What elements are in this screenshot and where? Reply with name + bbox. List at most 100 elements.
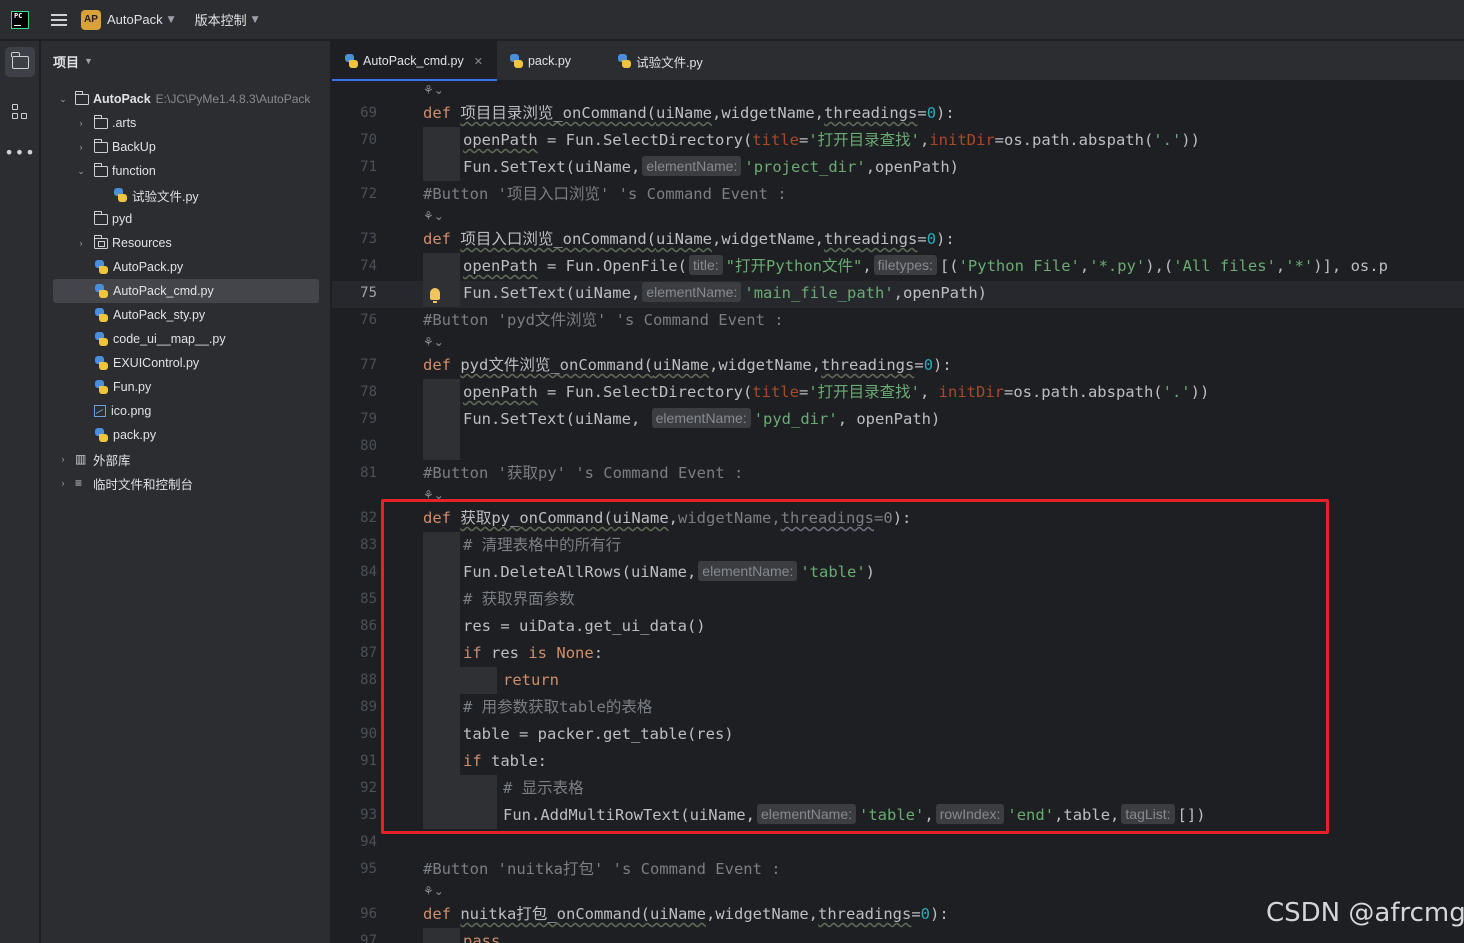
- line-number: 97: [360, 933, 377, 943]
- line-number: 94: [360, 834, 377, 850]
- parameter-hint: elementName:: [642, 156, 742, 176]
- hamburger-menu-icon[interactable]: [51, 13, 67, 26]
- vcs-menu[interactable]: 版本控制: [195, 10, 247, 29]
- code-line[interactable]: def 项目目录浏览_onCommand(uiName,widgetName,t…: [423, 100, 955, 127]
- tree-item-exuicontrol-py[interactable]: EXUIControl.py: [41, 351, 331, 375]
- chevron-down-icon[interactable]: ▼: [252, 15, 259, 25]
- line-number: 87: [360, 645, 377, 661]
- code-line[interactable]: #Button 'pyd文件浏览' 's Command Event :: [423, 307, 784, 334]
- tree-item-autopack-cmd-py[interactable]: AutoPack_cmd.py: [53, 279, 319, 303]
- tree-item-autopack-py[interactable]: AutoPack.py: [41, 255, 331, 279]
- usage-hint-icon[interactable]: ⚘⌄: [423, 83, 444, 99]
- python-file-icon: [113, 188, 127, 202]
- line-number: 79: [360, 411, 377, 427]
- tab-label: AutoPack_cmd.py: [363, 54, 464, 68]
- tree-item-label: AutoPack_sty.py: [113, 308, 206, 322]
- line-number: 81: [360, 465, 377, 481]
- tree-item-scratches[interactable]: › ≡ 临时文件和控制台: [41, 471, 331, 495]
- tree-item-label: pack.py: [113, 428, 157, 442]
- project-panel: 项目 ▼ ⌄ AutoPack E:\JC\PyMe1.4.8.3\AutoPa…: [41, 41, 331, 943]
- expand-arrow-icon[interactable]: ›: [57, 454, 69, 464]
- line-number: 72: [360, 186, 377, 202]
- tree-item-backup[interactable]: › BackUp: [41, 135, 331, 159]
- project-tool-button[interactable]: [5, 47, 35, 77]
- code-line[interactable]: Fun.SetText(uiName, elementName:'project_…: [463, 154, 959, 181]
- tree-item-pack-py[interactable]: pack.py: [41, 423, 331, 447]
- line-number: 93: [360, 807, 377, 823]
- tree-item-label: 临时文件和控制台: [93, 477, 194, 492]
- tree-item-label: function: [112, 164, 156, 178]
- line-number: 77: [360, 357, 377, 373]
- project-panel-header[interactable]: 项目 ▼: [41, 41, 330, 81]
- tree-item-arts[interactable]: › .arts: [41, 111, 331, 135]
- highlight-box: [381, 499, 1329, 834]
- code-line[interactable]: openPath = Fun.SelectDirectory(title='打开…: [463, 379, 1209, 406]
- code-line[interactable]: #Button '获取py' 's Command Event :: [423, 460, 743, 487]
- tree-item-label: AutoPack_cmd.py: [113, 284, 214, 298]
- tab-test-file[interactable]: 试验文件.py: [605, 41, 717, 81]
- line-number-current: 75: [360, 285, 377, 301]
- tree-root-autopack[interactable]: ⌄ AutoPack E:\JC\PyMe1.4.8.3\AutoPack: [41, 87, 331, 111]
- code-line[interactable]: def pyd文件浏览_onCommand(uiName,widgetName,…: [423, 352, 952, 379]
- tree-item-external-libs[interactable]: › ▥ 外部库: [41, 447, 331, 471]
- parameter-hint: title:: [688, 255, 723, 275]
- line-number: 92: [360, 780, 377, 796]
- line-number: 82: [360, 510, 377, 526]
- usage-hint-icon[interactable]: ⚘⌄: [423, 884, 444, 900]
- root-path: E:\JC\PyMe1.4.8.3\AutoPack: [155, 92, 311, 106]
- project-switcher[interactable]: AutoPack: [107, 12, 163, 27]
- chevron-down-icon[interactable]: ▼: [84, 56, 93, 66]
- tree-item-test-file[interactable]: 试验文件.py: [41, 183, 331, 207]
- code-line[interactable]: #Button 'nuitka打包' 's Command Event :: [423, 856, 781, 883]
- tree-item-pyd[interactable]: pyd: [41, 207, 331, 231]
- line-number: 74: [360, 258, 377, 274]
- chevron-down-icon[interactable]: ▼: [168, 15, 175, 25]
- line-number: 91: [360, 753, 377, 769]
- watermark: CSDN @afrcmg: [1266, 898, 1464, 928]
- code-line[interactable]: openPath = Fun.OpenFile(title: "打开Python文…: [463, 253, 1388, 280]
- indent-guide: [423, 379, 460, 460]
- indent-guide: [423, 253, 460, 307]
- structure-tool-button[interactable]: [5, 97, 35, 127]
- indent-guide: [423, 928, 460, 943]
- project-tree: ⌄ AutoPack E:\JC\PyMe1.4.8.3\AutoPack › …: [41, 87, 331, 495]
- expand-arrow-icon[interactable]: ›: [57, 478, 69, 488]
- line-number: 70: [360, 132, 377, 148]
- code-line-current[interactable]: Fun.SetText(uiName, elementName:'main_fil…: [463, 280, 987, 307]
- tree-item-function[interactable]: ⌄ function: [41, 159, 331, 183]
- tab-label: 试验文件.py: [636, 55, 703, 70]
- code-line[interactable]: def 项目入口浏览_onCommand(uiName,widgetName,t…: [423, 226, 955, 253]
- tree-item-ico-png[interactable]: ico.png: [41, 399, 331, 423]
- tree-item-label: pyd: [112, 212, 133, 226]
- lightbulb-icon[interactable]: [430, 288, 440, 303]
- tab-pack[interactable]: pack.py: [497, 41, 605, 81]
- tree-item-label: EXUIControl.py: [113, 356, 200, 370]
- tree-item-fun-py[interactable]: Fun.py: [41, 375, 331, 399]
- code-line[interactable]: #Button '项目入口浏览' 's Command Event :: [423, 181, 787, 208]
- tree-item-code-ui-map-py[interactable]: code_ui__map__.py: [41, 327, 331, 351]
- tree-item-resources[interactable]: › Resources: [41, 231, 331, 255]
- code-line[interactable]: openPath = Fun.SelectDirectory(title='打开…: [463, 127, 1200, 154]
- line-number: 76: [360, 312, 377, 328]
- python-file-icon: [94, 260, 108, 274]
- more-tools-button[interactable]: •••: [4, 137, 35, 167]
- line-number: 90: [360, 726, 377, 742]
- line-number: 95: [360, 861, 377, 877]
- usage-hint-icon[interactable]: ⚘⌄: [423, 209, 444, 225]
- project-badge[interactable]: AP: [81, 9, 101, 30]
- expand-arrow-icon[interactable]: ›: [75, 118, 87, 128]
- tree-item-label: 外部库: [93, 453, 131, 468]
- code-line[interactable]: pass: [463, 928, 500, 943]
- close-icon[interactable]: ✕: [474, 55, 483, 68]
- collapse-arrow-icon[interactable]: ⌄: [75, 166, 87, 177]
- code-line[interactable]: Fun.SetText(uiName, elementName:'pyd_dir…: [463, 406, 940, 433]
- expand-arrow-icon[interactable]: ›: [75, 238, 87, 248]
- expand-arrow-icon[interactable]: ›: [75, 142, 87, 152]
- tab-autopack-cmd[interactable]: AutoPack_cmd.py ✕: [332, 41, 497, 81]
- usage-hint-icon[interactable]: ⚘⌄: [423, 335, 444, 351]
- code-line[interactable]: def nuitka打包_onCommand(uiName,widgetName…: [423, 901, 949, 928]
- python-file-icon: [94, 428, 108, 442]
- collapse-arrow-icon[interactable]: ⌄: [57, 94, 69, 105]
- resource-folder-icon: [93, 234, 108, 249]
- tree-item-autopack-sty-py[interactable]: AutoPack_sty.py: [41, 303, 331, 327]
